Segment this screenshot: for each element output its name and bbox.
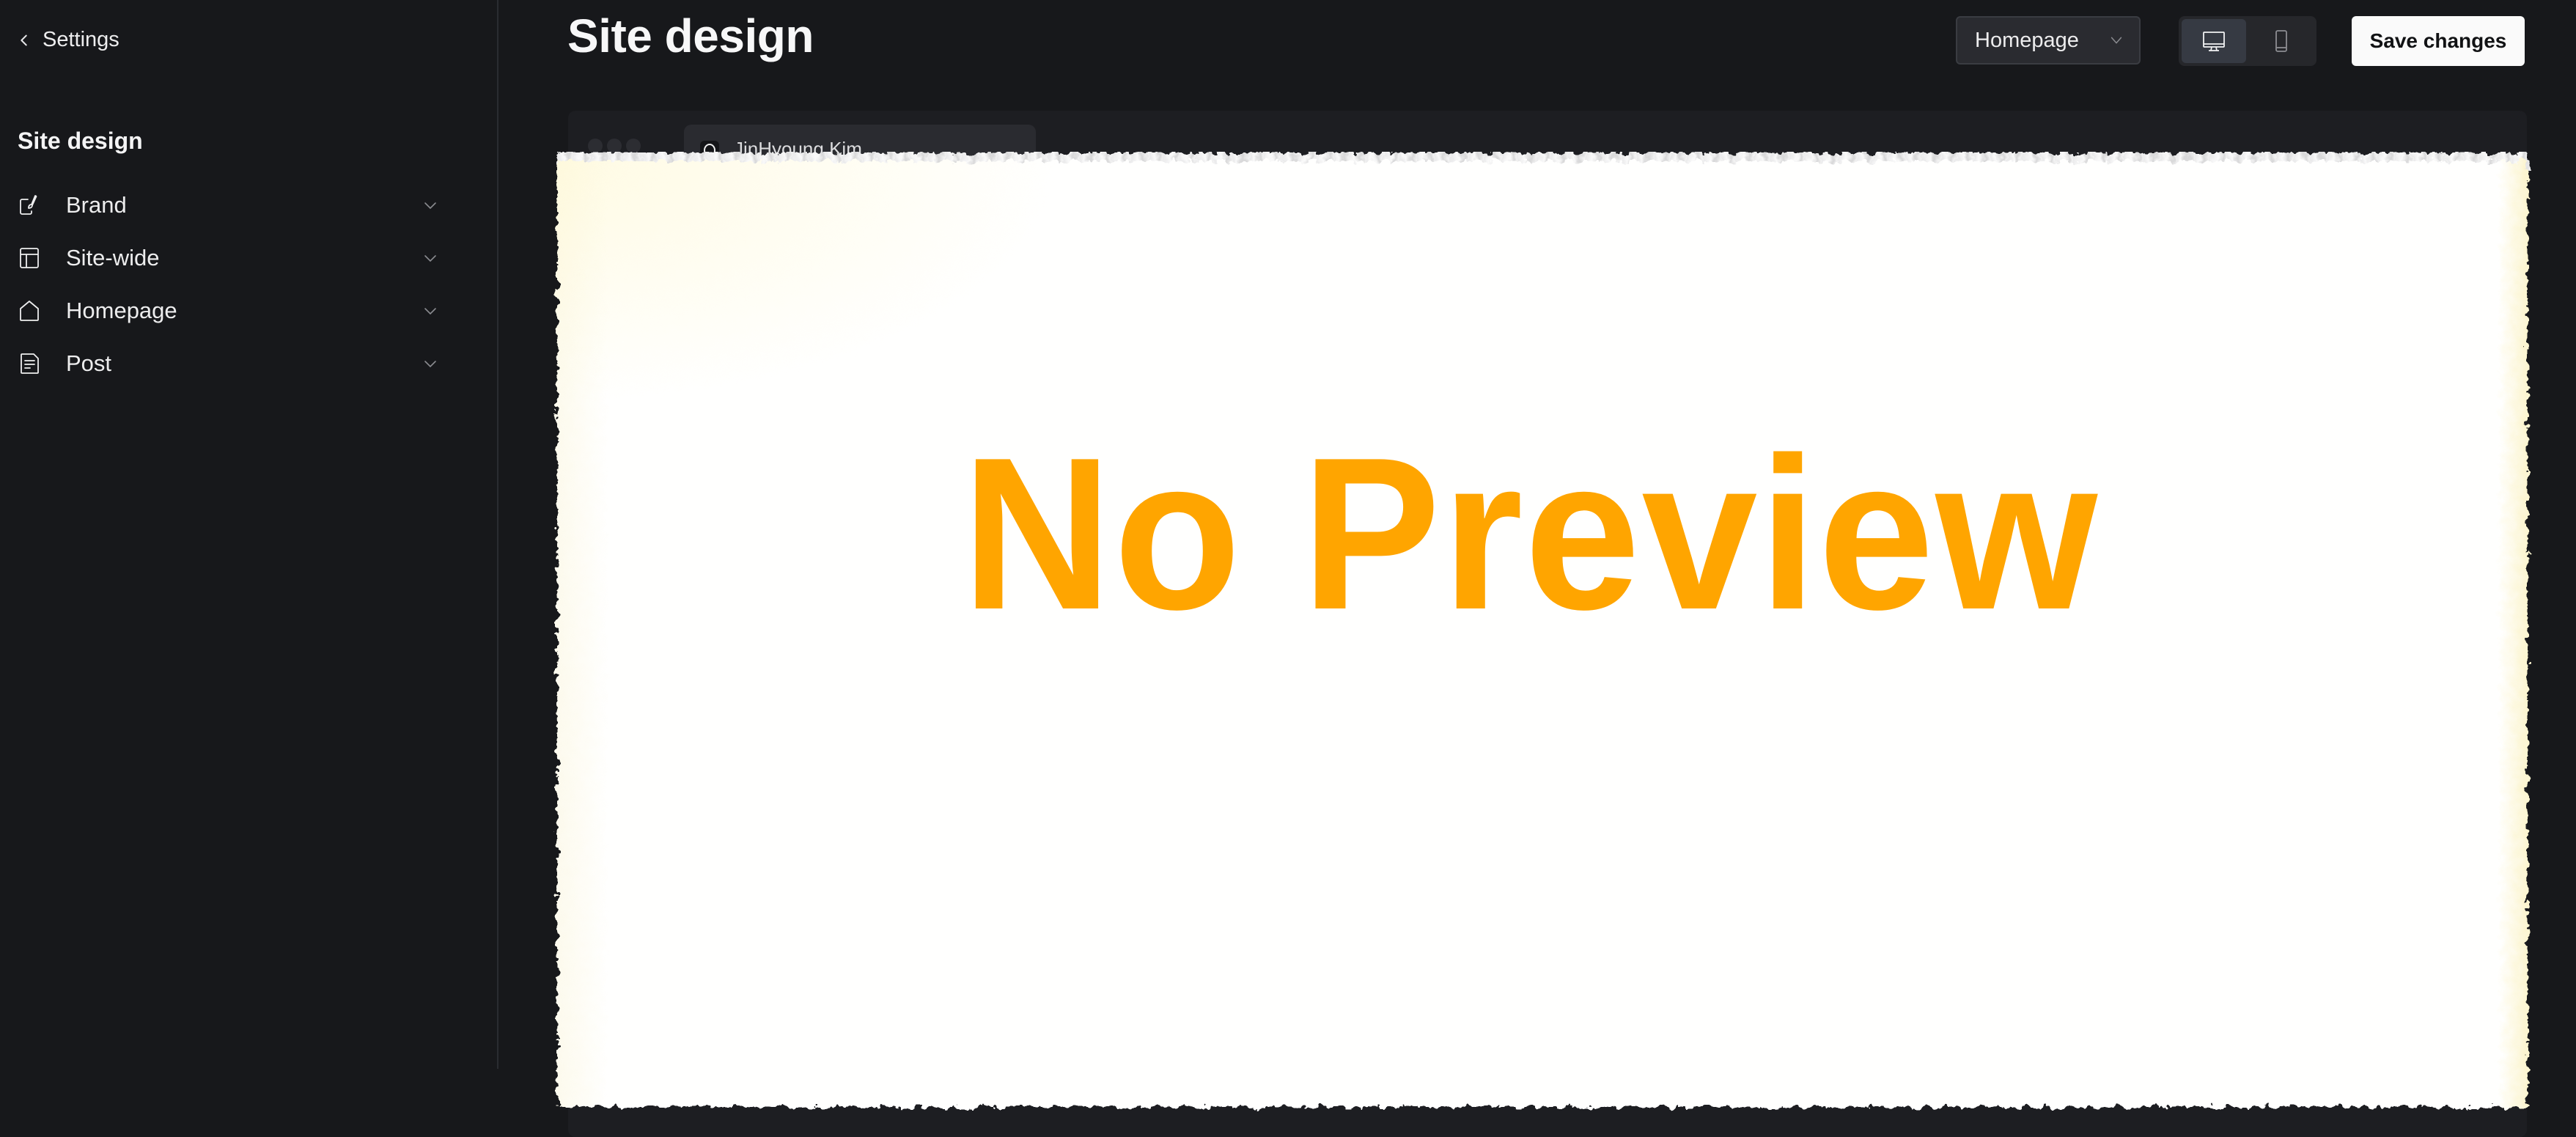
mobile-view-button[interactable] [2249, 19, 2314, 63]
window-dot [607, 139, 622, 153]
desktop-view-button[interactable] [2182, 19, 2246, 63]
device-toggle [2179, 16, 2316, 66]
sidebar-item-post[interactable]: Post [0, 337, 455, 390]
chevron-down-icon [2111, 37, 2122, 44]
back-link-label: Settings [43, 28, 119, 51]
sidebar-heading: Site design [18, 128, 143, 154]
chevron-down-icon [424, 255, 436, 262]
sidebar-item-label: Site-wide [66, 245, 160, 271]
home-icon [18, 299, 41, 323]
save-changes-button[interactable]: Save changes [2352, 16, 2525, 66]
sidebar-item-label: Brand [66, 192, 127, 218]
page-select-value: Homepage [1975, 28, 2079, 52]
back-to-settings-link[interactable]: Settings [16, 28, 119, 52]
chevron-down-icon [424, 202, 436, 210]
sidebar-item-label: Homepage [66, 298, 177, 323]
window-dot [626, 139, 641, 153]
sidebar-item-brand[interactable]: Brand [0, 179, 455, 232]
sidebar-item-homepage[interactable]: Homepage [0, 284, 455, 337]
sidebar-menu: Brand Site-wide Homepage Post [0, 179, 455, 390]
window-dot [588, 139, 603, 153]
page-select-dropdown[interactable]: Homepage [1956, 16, 2141, 65]
no-preview-text: No Preview [962, 412, 2100, 655]
document-icon [18, 352, 41, 375]
desktop-icon [2203, 32, 2225, 51]
layout-icon [18, 246, 41, 270]
sidebar-item-label: Post [66, 350, 112, 376]
chevron-down-icon [424, 308, 436, 315]
chevron-down-icon [424, 361, 436, 368]
sidebar-item-site-wide[interactable]: Site-wide [0, 232, 455, 284]
sidebar: Settings Site design Brand Site-wide Hom… [0, 0, 498, 1069]
chevron-left-icon [21, 34, 27, 45]
paintbrush-edit-icon [18, 194, 41, 217]
mobile-icon [2275, 30, 2287, 52]
page-title: Site design [567, 10, 814, 62]
